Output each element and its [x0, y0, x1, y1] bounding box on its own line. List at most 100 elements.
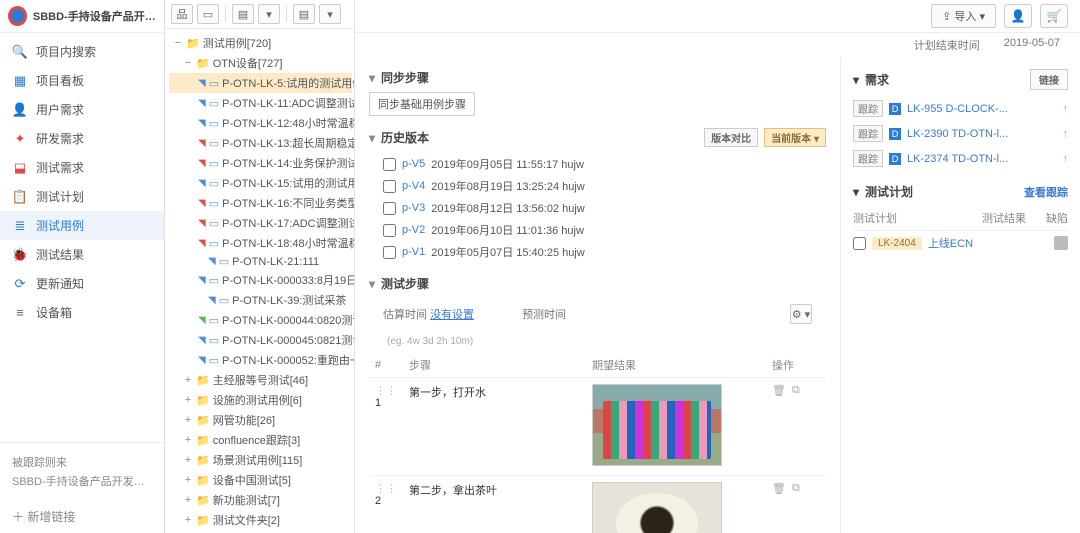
history-p-V1[interactable]: p-V1 2019年05月07日 15:40:25 hujw	[369, 241, 826, 263]
plan-row-checkbox[interactable]	[853, 237, 866, 250]
tree-node-4[interactable]: ◥▭P-OTN-LK-12:48小时常温稳定性测试	[169, 113, 352, 133]
flag-icon: ◥	[208, 256, 216, 267]
req-row-LK-2374[interactable]: 跟踪DLK-2374 TD-OTN-l...↑	[853, 146, 1068, 171]
tree-node-13[interactable]: ◥▭P-OTN-LK-39:测试采茶	[169, 290, 352, 310]
tree-node-19[interactable]: +📁网管功能[26]	[169, 410, 352, 430]
nav-2[interactable]: 👤用户需求	[0, 95, 164, 124]
nav-1[interactable]: ▦项目看板	[0, 66, 164, 95]
see-track-link[interactable]: 查看跟踪	[1024, 184, 1068, 200]
cart-icon[interactable]: 🛒	[1040, 4, 1068, 28]
user-icon[interactable]: 👤	[1004, 4, 1032, 28]
drag-handle-icon[interactable]: ⋮⋮	[375, 385, 397, 397]
copy-icon[interactable]: ⧉	[792, 482, 800, 495]
add-link-button[interactable]: ＋ 新增链接	[0, 500, 164, 533]
nav-icon: ≣	[12, 218, 28, 234]
arrow-up-icon: ↑	[1063, 128, 1069, 140]
plan-row[interactable]: LK-2404 上线ECN	[853, 231, 1068, 255]
flag-icon: ◥	[198, 198, 206, 209]
tree-node-2[interactable]: ◥▭P-OTN-LK-5:试用的测试用例	[169, 73, 352, 93]
copy-icon[interactable]: ⧉	[792, 384, 800, 397]
tree-toolbar-btn-4[interactable]: ▤	[293, 4, 315, 24]
tree-node-8[interactable]: ◥▭P-OTN-LK-16:不同业务类型，不同线路	[169, 193, 352, 213]
nav-7[interactable]: 🐞测试结果	[0, 240, 164, 269]
sync-button[interactable]: 同步基础用例步骤	[369, 92, 475, 116]
tree-node-16[interactable]: ◥▭P-OTN-LK-000052:重跑由一一页向LK	[169, 350, 352, 370]
step-thumb-2[interactable]	[592, 482, 722, 533]
nav-6[interactable]: ≣测试用例	[0, 211, 164, 240]
history-checkbox[interactable]	[383, 246, 396, 259]
flag-icon: ◥	[198, 335, 206, 346]
tree-node-5[interactable]: ◥▭P-OTN-LK-13:超长周期稳定性测试	[169, 133, 352, 153]
section-sync[interactable]: ▾同步步骤	[369, 69, 826, 86]
delete-icon[interactable]: 🗑	[772, 384, 786, 397]
tree-node-9[interactable]: ◥▭P-OTN-LK-17:ADC调整测试-相邻波段	[169, 213, 352, 233]
history-p-V4[interactable]: p-V4 2019年08月19日 13:25:24 hujw	[369, 175, 826, 197]
delete-icon[interactable]: 🗑	[772, 482, 786, 495]
tree-toolbar-btn-3[interactable]: ▾	[258, 4, 280, 24]
nav-9[interactable]: ≡设备箱	[0, 298, 164, 327]
flag-icon: ◥	[198, 275, 206, 286]
nav-5[interactable]: 📋测试计划	[0, 182, 164, 211]
footer-project[interactable]: SBBD-手持设备产品开发项目	[12, 473, 152, 489]
arrow-up-icon: ↑	[1063, 103, 1069, 115]
folder-icon: 📁	[196, 374, 210, 387]
tree-node-7[interactable]: ◥▭P-OTN-LK-15:试用的测试用例	[169, 173, 352, 193]
tree-node-20[interactable]: +📁confluence跟踪[3]	[169, 430, 352, 450]
tree-node-17[interactable]: +📁主经服等号测试[46]	[169, 370, 352, 390]
folder-icon: 📁	[186, 37, 200, 50]
history-p-V3[interactable]: p-V3 2019年08月12日 13:56:02 hujw	[369, 197, 826, 219]
tree-node-11[interactable]: ◥▭P-OTN-LK-21:111	[169, 253, 352, 270]
folder-icon: 📁	[196, 454, 210, 467]
tree-node-10[interactable]: ◥▭P-OTN-LK-18:48小时常温稳定性测试	[169, 233, 352, 253]
tree-node-24[interactable]: +📁测试文件夹[2]	[169, 510, 352, 530]
req-icon: D	[889, 103, 901, 115]
folder-icon: 📁	[196, 414, 210, 427]
flag-icon: ◥	[198, 98, 206, 109]
gear-icon[interactable]: ⚙ ▾	[790, 304, 812, 324]
current-version-dropdown[interactable]: 当前版本 ▾	[764, 128, 826, 147]
tree-node-23[interactable]: +📁新功能测试[7]	[169, 490, 352, 510]
tree-toolbar-btn-0[interactable]: 品	[171, 4, 193, 24]
import-button[interactable]: ⇪ 导入 ▾	[931, 4, 996, 28]
section-history: 历史版本	[381, 129, 429, 146]
tree-toolbar-btn-1[interactable]: ▭	[197, 4, 219, 24]
history-p-V2[interactable]: p-V2 2019年06月10日 11:01:36 hujw	[369, 219, 826, 241]
history-checkbox[interactable]	[383, 180, 396, 193]
tree-toolbar-btn-2[interactable]: ▤	[232, 4, 254, 24]
history-checkbox[interactable]	[383, 202, 396, 215]
step-thumb-1[interactable]	[592, 384, 722, 466]
tree-node-22[interactable]: +📁设备中国测试[5]	[169, 470, 352, 490]
step-row-2: ⋮⋮ 2第二步，拿出茶叶🗑⧉	[369, 476, 826, 533]
est-time-link[interactable]: 没有设置	[430, 309, 474, 321]
nav-icon: ≡	[12, 305, 28, 321]
section-steps[interactable]: ▾测试步骤	[369, 275, 826, 292]
nav-8[interactable]: ⟳更新通知	[0, 269, 164, 298]
tree-node-0[interactable]: −📁测试用例[720]	[169, 33, 352, 53]
plan-end-label: 计划结束时间	[914, 37, 980, 53]
plan-end-value: 2019-05-07	[1004, 37, 1060, 53]
tree-node-15[interactable]: ◥▭P-OTN-LK-000045:0821测试用例	[169, 330, 352, 350]
nav-icon: 🐞	[12, 247, 28, 263]
link-button[interactable]: 链接	[1030, 69, 1068, 90]
tree-toolbar-btn-5[interactable]: ▾	[319, 4, 341, 24]
nav-4[interactable]: ⬓测试需求	[0, 153, 164, 182]
history-checkbox[interactable]	[383, 158, 396, 171]
drag-handle-icon[interactable]: ⋮⋮	[375, 483, 397, 495]
flag-icon: ◥	[198, 355, 206, 366]
tree-node-12[interactable]: ◥▭P-OTN-LK-000033:8月19日测试用例	[169, 270, 352, 290]
tree-node-6[interactable]: ◥▭P-OTN-LK-14:业务保护测试	[169, 153, 352, 173]
nav-icon: 👤	[12, 102, 28, 118]
compare-versions-button[interactable]: 版本对比	[704, 128, 758, 147]
tree-node-18[interactable]: +📁设施的测试用例[6]	[169, 390, 352, 410]
history-checkbox[interactable]	[383, 224, 396, 237]
tree-node-1[interactable]: −📁OTN设备[727]	[169, 53, 352, 73]
nav-3[interactable]: ✦研发需求	[0, 124, 164, 153]
tree-node-14[interactable]: ◥▭P-OTN-LK-000044:0820测试用例	[169, 310, 352, 330]
nav-0[interactable]: 🔍项目内搜索	[0, 37, 164, 66]
folder-icon: 📁	[196, 57, 210, 70]
req-row-LK-2390[interactable]: 跟踪DLK-2390 TD-OTN-l...↑	[853, 121, 1068, 146]
tree-node-3[interactable]: ◥▭P-OTN-LK-11:ADC调整测试-相邻波	[169, 93, 352, 113]
tree-node-21[interactable]: +📁场景测试用例[115]	[169, 450, 352, 470]
req-row-LK-955[interactable]: 跟踪DLK-955 D-CLOCK-...↑	[853, 96, 1068, 121]
history-p-V5[interactable]: p-V5 2019年09月05日 11:55:17 hujw	[369, 153, 826, 175]
